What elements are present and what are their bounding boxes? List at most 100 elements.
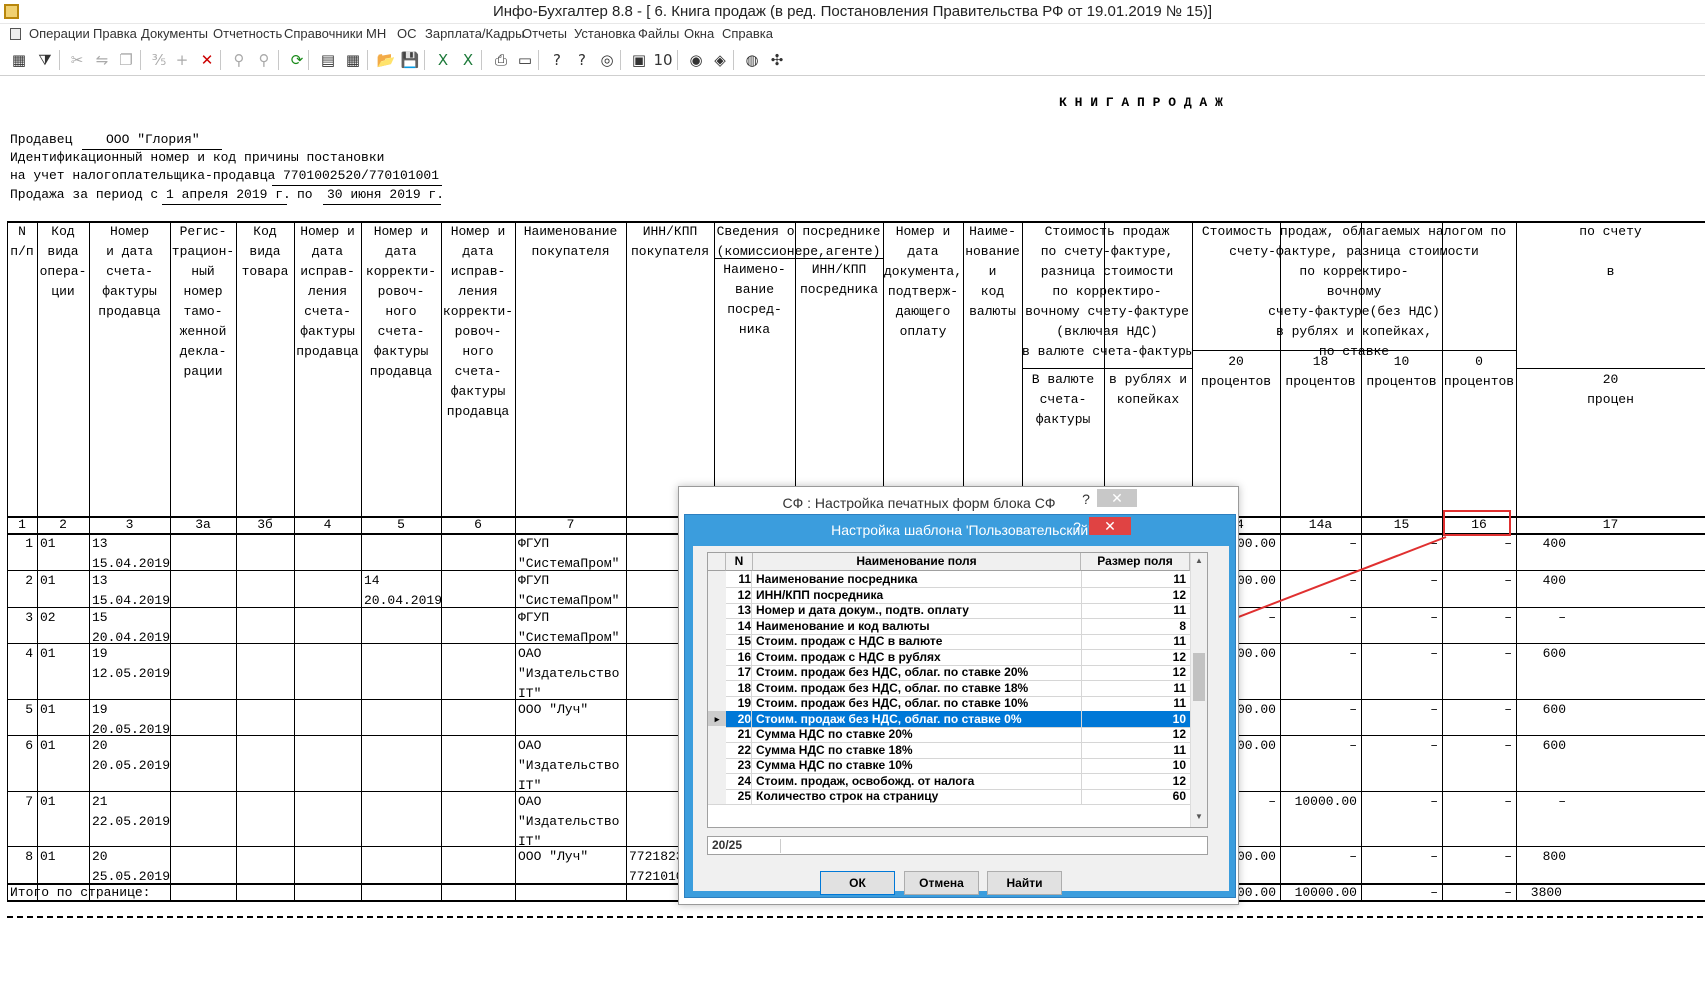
field-row[interactable]: 24 Стоим. продаж, освобожд. от налога 12	[708, 772, 1190, 790]
field-row[interactable]: 17 Стоим. продаж без НДС, облаг. по ставк…	[708, 664, 1190, 681]
row-indicator	[708, 633, 726, 649]
cell-divider	[1081, 571, 1082, 587]
close-icon[interactable]: ✕	[1097, 489, 1137, 507]
row-indicator	[708, 757, 726, 773]
dialog-client-area: N Наименование поля Размер поля 11 Наимен…	[693, 546, 1229, 895]
cell-divider	[751, 710, 752, 727]
field-name: Количество строк на страницу	[756, 789, 939, 803]
cell-divider	[1081, 586, 1082, 603]
cell-divider	[1081, 648, 1082, 665]
cell-divider	[751, 726, 752, 742]
template-settings-title: Настройка шаблона 'Пользовательский'	[831, 522, 1091, 538]
field-size: 12	[1172, 773, 1186, 788]
field-row[interactable]: 25 Количество строк на страницу 60	[708, 788, 1190, 805]
cell-divider	[1081, 726, 1082, 742]
field-row[interactable]: 18 Стоим. продаж без НДС, облаг. по ставк…	[708, 679, 1190, 697]
field-size: 12	[1172, 665, 1186, 679]
cell-divider	[1081, 757, 1082, 773]
field-size: 12	[1172, 587, 1186, 602]
cell-divider	[1081, 664, 1082, 680]
field-size: 11	[1173, 572, 1186, 586]
cell-divider	[1081, 602, 1082, 618]
close-icon[interactable]: ✕	[1089, 517, 1131, 535]
cell-divider	[1081, 788, 1082, 804]
scroll-down-icon[interactable]: ▼	[1191, 809, 1207, 825]
field-row[interactable]: 19 Стоим. продаж без НДС, облаг. по ставк…	[708, 695, 1190, 712]
cell-divider	[1081, 679, 1082, 696]
row-indicator	[708, 679, 726, 696]
column-header-field-size[interactable]: Размер поля	[1081, 553, 1190, 571]
field-number: 25	[737, 789, 751, 803]
grid-status-bar: 20/25	[707, 836, 1208, 855]
cell-divider	[751, 788, 752, 804]
cell-divider	[751, 617, 752, 634]
cell-divider	[751, 571, 752, 587]
field-size: 10	[1172, 711, 1186, 726]
field-number: 17	[737, 665, 751, 679]
field-row[interactable]: 21 Сумма НДС по ставке 20% 12	[708, 726, 1190, 743]
cell-divider	[751, 757, 752, 773]
scrollbar-thumb[interactable]	[1193, 653, 1205, 701]
field-row[interactable]: 16 Стоим. продаж с НДС в рублях 12	[708, 648, 1190, 666]
cell-divider	[751, 664, 752, 680]
cell-divider	[751, 695, 752, 711]
field-number: 21	[737, 727, 751, 741]
fields-grid[interactable]: N Наименование поля Размер поля 11 Наимен…	[707, 552, 1208, 828]
grid-corner-header	[708, 553, 726, 571]
cell-divider	[751, 679, 752, 696]
cell-divider	[751, 633, 752, 649]
field-name: Стоим. продаж без НДС, облаг. по ставке …	[756, 696, 1029, 710]
help-icon[interactable]: ?	[1065, 517, 1089, 537]
field-number: 15	[737, 634, 751, 648]
row-indicator	[708, 741, 726, 758]
field-size: 8	[1179, 618, 1186, 633]
field-row[interactable]: 12 ИНН/КПП посредника 12	[708, 586, 1190, 604]
record-position: 20/25	[712, 838, 743, 852]
cell-divider	[751, 648, 752, 665]
field-row[interactable]: 11 Наименование посредника 11	[708, 571, 1190, 588]
field-row[interactable]: 23 Сумма НДС по ставке 10% 10	[708, 757, 1190, 774]
field-name: Стоим. продаж без НДС, облаг. по ставке …	[756, 711, 1022, 726]
field-number: 11	[738, 572, 751, 586]
field-row[interactable]: 15 Стоим. продаж с НДС в валюте 11	[708, 633, 1190, 650]
field-size: 11	[1173, 742, 1186, 757]
field-number: 13	[737, 603, 751, 617]
row-indicator	[708, 586, 726, 603]
column-header-n[interactable]: N	[726, 553, 753, 571]
cell-divider	[751, 586, 752, 603]
row-indicator: ▸	[708, 710, 726, 727]
field-row[interactable]: 22 Сумма НДС по ставке 18% 11	[708, 741, 1190, 759]
scroll-up-icon[interactable]: ▲	[1191, 553, 1207, 569]
field-name: Сумма НДС по ставке 20%	[756, 727, 913, 741]
vertical-scrollbar[interactable]: ▲ ▼	[1190, 553, 1207, 827]
field-row[interactable]: ▸ 20 Стоим. продаж без НДС, облаг. по став…	[708, 710, 1190, 728]
field-row[interactable]: 14 Наименование и код валюты 8	[708, 617, 1190, 635]
row-indicator	[708, 648, 726, 665]
find-button[interactable]: Найти	[987, 871, 1062, 895]
row-indicator	[708, 788, 726, 804]
cell-divider	[1081, 772, 1082, 789]
field-size: 12	[1172, 649, 1186, 664]
field-row[interactable]: 13 Номер и дата докум., подтв. оплату 11	[708, 602, 1190, 619]
field-number: 23	[737, 758, 751, 772]
field-number: 14	[737, 618, 751, 633]
row-indicator	[708, 602, 726, 618]
field-name: Номер и дата докум., подтв. оплату	[756, 603, 969, 617]
cell-divider	[751, 772, 752, 789]
cell-divider	[1081, 617, 1082, 634]
cell-divider	[751, 741, 752, 758]
field-name: Стоим. продаж без НДС, облаг. по ставке …	[756, 665, 1029, 679]
help-icon[interactable]: ?	[1074, 489, 1098, 509]
ok-button[interactable]: ОК	[820, 871, 895, 895]
field-number: 18	[737, 680, 751, 695]
field-number: 19	[737, 696, 751, 710]
field-size: 60	[1172, 789, 1186, 803]
cancel-button[interactable]: Отмена	[904, 871, 979, 895]
field-number: 20	[737, 711, 751, 726]
field-name: Стоим. продаж без НДС, облаг. по ставке …	[756, 680, 1029, 695]
field-name: Наименование посредника	[756, 572, 918, 586]
field-number: 22	[737, 742, 751, 757]
column-header-field-name[interactable]: Наименование поля	[753, 553, 1081, 571]
row-indicator	[708, 726, 726, 742]
cell-divider	[1081, 695, 1082, 711]
